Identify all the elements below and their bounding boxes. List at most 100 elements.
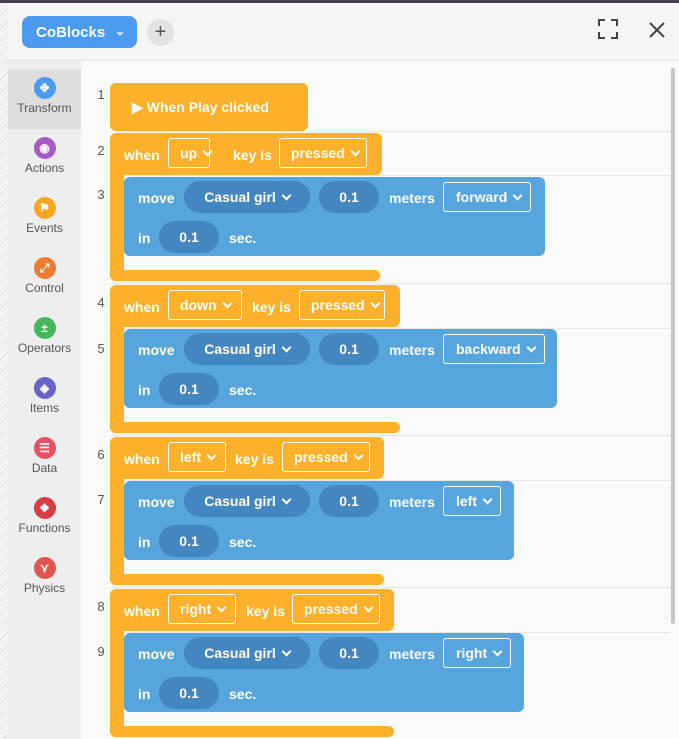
duration-input[interactable]: 0.1 — [159, 677, 219, 709]
data-icon: ☰ — [33, 437, 56, 459]
line-divider — [115, 283, 671, 284]
project-dropdown[interactable]: CoBlocks ⌄ — [22, 16, 137, 48]
control-icon: ⤢ — [33, 257, 56, 279]
when-keyword: when — [124, 299, 160, 315]
in-keyword: in — [138, 382, 151, 398]
line-number: 7 — [97, 492, 105, 507]
chevron-down-icon — [363, 602, 374, 613]
meters-keyword: meters — [389, 646, 435, 662]
key-state-dropdown[interactable]: pressed — [282, 442, 370, 472]
duration-input[interactable]: 0.1 — [159, 221, 219, 253]
object-value: Casual girl — [204, 493, 276, 509]
line-number: 8 — [97, 599, 105, 614]
distance-input[interactable]: 0.1 — [319, 637, 379, 669]
sec-keyword: sec. — [229, 230, 257, 246]
chevron-down-icon — [281, 646, 292, 657]
distance-input[interactable]: 0.1 — [319, 333, 379, 365]
key-state-dropdown[interactable]: pressed — [279, 138, 367, 168]
object-dropdown[interactable]: Casual girl — [184, 637, 310, 669]
add-button[interactable]: + — [147, 19, 174, 46]
in-keyword: in — [138, 686, 151, 702]
sec-keyword: sec. — [229, 686, 257, 702]
key-dropdown[interactable]: down — [168, 290, 242, 320]
key-event-block-bottom — [110, 422, 400, 433]
key-value: right — [180, 601, 212, 617]
category-physics[interactable]: ⋎ Physics — [8, 549, 81, 609]
duration-input[interactable]: 0.1 — [159, 525, 219, 557]
line-number: 1 — [97, 87, 105, 102]
chevron-down-icon — [492, 646, 503, 657]
key-value: up — [180, 145, 198, 161]
physics-icon: ⋎ — [33, 557, 56, 579]
chevron-down-icon: ⌄ — [114, 24, 125, 38]
key-event-block-bottom — [110, 726, 394, 737]
actions-icon: ◉ — [33, 137, 56, 159]
direction-value: left — [456, 493, 477, 509]
object-dropdown[interactable]: Casual girl — [184, 485, 310, 517]
key-event-block-bottom — [110, 270, 380, 281]
chevron-down-icon — [350, 146, 361, 157]
key-dropdown[interactable]: up — [168, 138, 213, 168]
workspace-scrollbar[interactable] — [671, 68, 675, 624]
category-operators[interactable]: ± Operators — [8, 309, 81, 369]
scene-grid-background — [0, 3, 8, 739]
project-label: CoBlocks — [36, 23, 106, 41]
play-block-label: ▶ When Play clicked — [132, 99, 269, 115]
category-items[interactable]: ◈ Items — [8, 369, 81, 429]
chevron-down-icon — [353, 450, 364, 461]
move-keyword: move — [138, 342, 175, 358]
direction-dropdown[interactable]: right — [443, 638, 511, 668]
chevron-down-icon — [512, 190, 523, 201]
panel-header: CoBlocks ⌄ + — [8, 3, 679, 61]
events-icon: ⚑ — [33, 197, 56, 219]
coblocks-panel: CoBlocks ⌄ + ✥ Transform ◉ Actions ⚑ Events ⤢ C… — [8, 3, 679, 739]
key-dropdown[interactable]: right — [168, 594, 236, 624]
duration-input[interactable]: 0.1 — [159, 373, 219, 405]
object-dropdown[interactable]: Casual girl — [184, 181, 310, 213]
meters-keyword: meters — [389, 190, 435, 206]
move-keyword: move — [138, 646, 175, 662]
key-is-keyword: key is — [246, 603, 285, 619]
category-label: Functions — [18, 521, 71, 535]
category-label: Operators — [17, 341, 72, 355]
category-actions[interactable]: ◉ Actions — [8, 129, 81, 189]
key-state-dropdown[interactable]: pressed — [292, 594, 380, 624]
key-state-value: pressed — [291, 145, 345, 161]
chevron-down-icon — [281, 190, 292, 201]
move-keyword: move — [138, 494, 175, 510]
category-transform[interactable]: ✥ Transform — [8, 69, 81, 129]
direction-value: right — [456, 645, 488, 661]
fullscreen-icon[interactable] — [597, 18, 619, 45]
category-control[interactable]: ⤢ Control — [8, 249, 81, 309]
in-keyword: in — [138, 534, 151, 550]
chevron-down-icon — [482, 494, 493, 505]
line-number: 9 — [97, 644, 105, 659]
object-value: Casual girl — [204, 341, 276, 357]
when-keyword: when — [124, 451, 160, 467]
distance-input[interactable]: 0.1 — [319, 485, 379, 517]
category-events[interactable]: ⚑ Events — [8, 189, 81, 249]
direction-dropdown[interactable]: backward — [443, 334, 545, 364]
object-dropdown[interactable]: Casual girl — [184, 333, 310, 365]
object-value: Casual girl — [204, 645, 276, 661]
category-data[interactable]: ☰ Data — [8, 429, 81, 489]
when-keyword: when — [124, 147, 160, 163]
sec-keyword: sec. — [229, 534, 257, 550]
line-number: 6 — [97, 447, 105, 462]
category-label: Physics — [23, 581, 66, 595]
line-number: 3 — [97, 187, 105, 202]
key-dropdown[interactable]: left — [168, 442, 226, 472]
key-state-dropdown[interactable]: pressed — [299, 290, 385, 320]
chevron-down-icon — [281, 342, 292, 353]
key-event-block-bottom — [110, 574, 384, 585]
chevron-down-icon — [281, 494, 292, 505]
category-functions[interactable]: ❖ Functions — [8, 489, 81, 549]
close-icon[interactable] — [647, 20, 667, 45]
code-workspace[interactable]: 1 2 3 4 5 6 7 8 9 ▶ When Play clicked when up key is… — [81, 61, 679, 739]
direction-dropdown[interactable]: forward — [443, 182, 531, 212]
chevron-down-icon — [206, 450, 217, 461]
distance-input[interactable]: 0.1 — [319, 181, 379, 213]
direction-dropdown[interactable]: left — [443, 486, 501, 516]
key-event-block-spine — [110, 467, 124, 585]
category-label: Transform — [17, 101, 72, 115]
